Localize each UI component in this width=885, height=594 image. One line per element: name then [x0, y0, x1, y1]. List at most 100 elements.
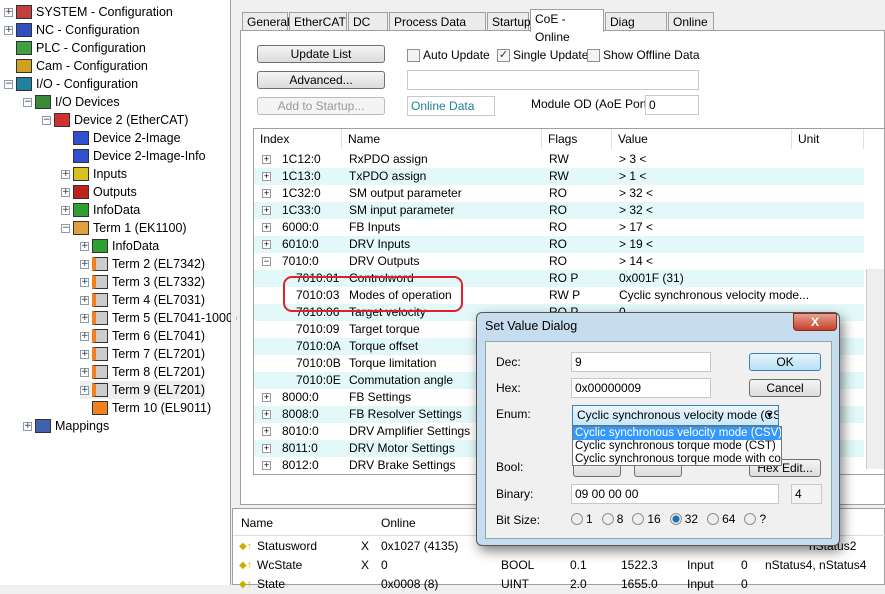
update-list-button[interactable]: Update List — [257, 45, 385, 63]
module-od-input[interactable]: 0 — [645, 95, 699, 115]
bitsize-radio-16[interactable]: 16 — [632, 512, 661, 526]
collapse-icon[interactable]: − — [4, 79, 13, 89]
col-online[interactable]: Online — [381, 513, 416, 533]
tab-diag-history[interactable]: Diag History — [605, 12, 667, 47]
tree-node[interactable]: + SYSTEM - Configuration — [4, 3, 173, 21]
collapse-icon[interactable]: − — [23, 97, 32, 107]
tree-node[interactable]: + Term 3 (EL7332) — [80, 273, 205, 291]
expand-icon[interactable]: + — [262, 427, 271, 436]
tree-node[interactable]: +Term 10 (EL9011) — [80, 399, 211, 417]
expand-icon[interactable]: + — [80, 277, 89, 287]
ok-button[interactable]: OK — [749, 353, 821, 371]
tree-node[interactable]: + Outputs — [61, 183, 137, 201]
expand-icon[interactable]: + — [262, 155, 271, 164]
expand-icon[interactable]: + — [80, 241, 89, 251]
tab-startup[interactable]: Startup — [487, 12, 531, 31]
tree-node[interactable]: + Term 8 (EL7201) — [80, 363, 205, 381]
expand-icon[interactable]: + — [262, 444, 271, 453]
expand-icon[interactable]: + — [80, 331, 89, 341]
tree-node[interactable]: + Term 9 (EL7201) — [80, 381, 206, 399]
splitter[interactable] — [231, 0, 236, 505]
col-name[interactable]: Name — [342, 129, 542, 149]
table-row[interactable]: +6000:0 FB Inputs RO > 17 < — [254, 219, 864, 236]
tree-node[interactable]: + InfoData — [61, 201, 140, 219]
tree-node[interactable]: − Term 1 (EK1100) — [61, 219, 187, 237]
bitsize-radio-1[interactable]: 1 — [571, 512, 593, 526]
auto-update-checkbox[interactable]: Auto Update — [407, 48, 490, 62]
tab-ethercat[interactable]: EtherCAT — [289, 12, 347, 31]
expand-icon[interactable]: + — [262, 223, 271, 232]
tree-node[interactable]: + Term 4 (EL7031) — [80, 291, 205, 309]
tree-node[interactable]: + Term 2 (EL7342) — [80, 255, 205, 273]
col-index[interactable]: Index — [254, 129, 342, 149]
advanced-button[interactable]: Advanced... — [257, 71, 385, 89]
expand-icon[interactable]: + — [80, 349, 89, 359]
scrollbar[interactable] — [866, 269, 884, 469]
close-button[interactable]: X — [793, 313, 837, 331]
tree-node[interactable]: +Cam - Configuration — [4, 57, 148, 75]
expand-icon[interactable]: + — [80, 313, 89, 323]
tree-node[interactable]: + Term 6 (EL7041) — [80, 327, 205, 345]
col-name[interactable]: Name — [241, 513, 273, 533]
expand-icon[interactable]: + — [4, 25, 13, 35]
tab-process-data[interactable]: Process Data — [389, 12, 486, 31]
tree-node[interactable]: +PLC - Configuration — [4, 39, 146, 57]
expand-icon[interactable]: + — [4, 7, 13, 17]
collapse-icon[interactable]: − — [262, 257, 271, 266]
tree-node[interactable]: + NC - Configuration — [4, 21, 140, 39]
tree-node[interactable]: − I/O - Configuration — [4, 75, 138, 93]
cancel-button[interactable]: Cancel — [749, 379, 821, 397]
expand-icon[interactable]: + — [80, 259, 89, 269]
collapse-icon[interactable]: − — [61, 223, 70, 233]
tree-node[interactable]: + Term 5 (EL7041-1000) — [80, 309, 237, 327]
bitsize-radio-64[interactable]: 64 — [707, 512, 735, 526]
expand-icon[interactable]: + — [80, 367, 89, 377]
expand-icon[interactable]: + — [61, 169, 70, 179]
dec-input[interactable]: 9 — [571, 352, 711, 372]
tree-node[interactable]: +Device 2-Image-Info — [61, 147, 206, 165]
expand-icon[interactable]: + — [262, 393, 271, 402]
enum-option[interactable]: Cyclic synchronous torque mode with comm — [573, 453, 781, 466]
enum-select[interactable]: Cyclic synchronous velocity mode (CSV ▼ — [572, 405, 779, 426]
tree-node[interactable]: + Inputs — [61, 165, 127, 183]
enum-option[interactable]: Cyclic synchronous velocity mode (CSV) — [573, 427, 781, 440]
tab-general[interactable]: General — [242, 12, 290, 31]
collapse-icon[interactable]: − — [42, 115, 51, 125]
table-row[interactable]: +1C12:0 RxPDO assign RW > 3 < — [254, 151, 864, 168]
table-row[interactable]: − 7010:0 DRV Outputs RO > 14 < — [254, 253, 864, 270]
col-unit[interactable]: Unit — [792, 129, 864, 149]
expand-icon[interactable]: + — [61, 187, 70, 197]
tree-node[interactable]: + Term 7 (EL7201) — [80, 345, 205, 363]
tree-node[interactable]: − I/O Devices — [23, 93, 120, 111]
col-flags[interactable]: Flags — [542, 129, 612, 149]
expand-icon[interactable]: + — [262, 206, 271, 215]
bitsize-radio-unknown[interactable]: ? — [744, 512, 766, 526]
expand-icon[interactable]: + — [262, 240, 271, 249]
expand-icon[interactable]: + — [80, 295, 89, 305]
expand-icon[interactable]: + — [61, 205, 70, 215]
add-to-startup-button[interactable]: Add to Startup... — [257, 97, 385, 115]
expand-icon[interactable]: + — [80, 385, 89, 395]
table-row[interactable]: +1C32:0 SM output parameter RO > 32 < — [254, 185, 864, 202]
tree-node[interactable]: + Mappings — [23, 417, 109, 435]
expand-icon[interactable]: + — [262, 172, 271, 181]
enum-option[interactable]: Cyclic synchronous torque mode (CST) — [573, 440, 781, 453]
tree-node[interactable]: + InfoData — [80, 237, 159, 255]
expand-icon[interactable]: + — [23, 421, 32, 431]
binary-input[interactable]: 09 00 00 00 — [571, 484, 779, 504]
tree-node[interactable]: +Device 2-Image — [61, 129, 181, 147]
tab-dc[interactable]: DC — [348, 12, 388, 31]
solution-tree[interactable]: + SYSTEM - Configuration + NC - Configurati… — [0, 0, 237, 585]
expand-icon[interactable]: + — [262, 410, 271, 419]
variable-row[interactable]: ◆↑ WcState X 0 BOOL 0.1 1522.3 Input 0 nStatus4, … — [233, 556, 885, 575]
bitsize-radio-32[interactable]: 32 — [669, 512, 698, 526]
bitsize-radio-8[interactable]: 8 — [601, 512, 623, 526]
single-update-checkbox[interactable]: ✓ Single Update — [497, 48, 588, 62]
expand-icon[interactable]: + — [262, 189, 271, 198]
tab-online[interactable]: Online — [668, 12, 714, 31]
show-offline-data-checkbox[interactable]: Show Offline Data — [587, 48, 700, 62]
table-row[interactable]: +1C13:0 TxPDO assign RW > 1 < — [254, 168, 864, 185]
table-row[interactable]: +1C33:0 SM input parameter RO > 32 < — [254, 202, 864, 219]
table-row[interactable]: +6010:0 DRV Inputs RO > 19 < — [254, 236, 864, 253]
expand-icon[interactable]: + — [262, 461, 271, 470]
